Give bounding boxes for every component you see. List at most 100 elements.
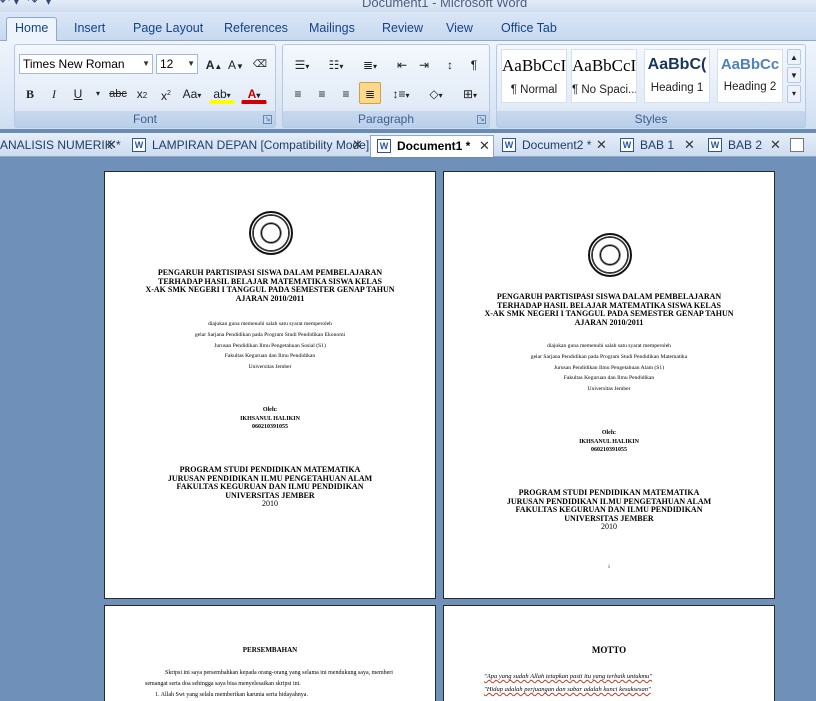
italic-button[interactable]: I — [43, 82, 65, 104]
close-icon[interactable]: ✕ — [770, 135, 781, 155]
thesis-subtitle: diajukan guna memenuhi salah satu syarat… — [530, 343, 688, 393]
doc-tab-lampiran[interactable]: W LAMPIRAN DEPAN [Compatibility Mode] ✕ — [126, 135, 370, 157]
thesis-title: PENGARUH PARTISIPASI SISWA DALAM PEMBELA… — [484, 292, 734, 327]
style-no-spacing[interactable]: AaBbCcI ¶ No Spaci... — [571, 49, 637, 103]
word-document-icon: W — [708, 137, 722, 152]
doc-tab-label: LAMPIRAN DEPAN [Compatibility Mode] — [152, 138, 370, 152]
tab-page-layout[interactable]: Page Layout — [125, 18, 211, 41]
styles-scroll-down-icon[interactable]: ▼ — [787, 67, 801, 83]
chevron-down-icon[interactable]: ▼ — [187, 55, 195, 73]
document-page[interactable]: PENGARUH PARTISIPASI SISWA DALAM PEMBELA… — [104, 171, 436, 599]
style-sample: AaBbC( — [647, 56, 707, 73]
change-case-button[interactable]: Aa▾ — [179, 82, 205, 104]
body-paragraph: Skripsi ini saya persembahkan kepada ora… — [145, 670, 393, 687]
font-color-button[interactable]: A▾ — [241, 82, 267, 104]
align-right-button[interactable]: ≡ — [335, 82, 357, 104]
close-icon[interactable]: ✕ — [596, 135, 607, 155]
highlight-color-button[interactable]: ab▾ — [209, 82, 235, 104]
center-button[interactable]: ≡ — [311, 82, 333, 104]
close-icon[interactable]: ✕ — [684, 135, 695, 155]
ribbon: Times New Roman ▼ 12 ▼ A▲ A▼ ⌫ B I U ▾ abc… — [0, 41, 816, 129]
new-document-icon — [790, 137, 804, 152]
subscript-button[interactable]: x2 — [131, 82, 153, 104]
chevron-down-icon[interactable]: ▼ — [142, 55, 150, 73]
tab-references[interactable]: References — [216, 18, 296, 41]
tab-view[interactable]: View — [438, 18, 481, 41]
styles-group: AaBbCcI ¶ Normal AaBbCcI ¶ No Spaci... AaB… — [496, 44, 806, 128]
list-item: 1. Allah Swt yang selalu memberikan karu… — [155, 692, 308, 698]
style-normal[interactable]: AaBbCcI ¶ Normal — [501, 49, 567, 103]
styles-more-icon[interactable]: ▾ — [787, 85, 801, 103]
close-icon[interactable]: ✕ — [352, 135, 363, 155]
undo-icon[interactable]: ↶ ▾ — [0, 0, 19, 8]
align-left-button[interactable]: ≡ — [287, 82, 309, 104]
dialog-launcher-icon[interactable]: ↘ — [477, 115, 486, 124]
show-marks-button[interactable]: ¶ — [463, 53, 485, 75]
word-document-icon: W — [620, 137, 634, 152]
superscript-button[interactable]: x2 — [155, 82, 177, 104]
styles-group-label: Styles — [497, 111, 805, 127]
tab-mailings[interactable]: Mailings — [301, 18, 363, 41]
close-icon[interactable]: ✕ — [479, 136, 490, 156]
doc-tab-label: ANALISIS NUMERIK * — [0, 138, 121, 152]
motto-line: "Hidup adalah perjuangan dan sabar adala… — [484, 686, 651, 693]
sort-button[interactable]: ↕ — [439, 53, 461, 75]
tab-insert[interactable]: Insert — [66, 18, 113, 41]
document-page[interactable]: PERSEMBAHAN Skripsi ini saya persembahka… — [104, 605, 436, 701]
tab-review[interactable]: Review — [374, 18, 431, 41]
bullets-button[interactable]: ☰▾ — [287, 53, 317, 75]
thesis-subtitle: diajukan guna memenuhi salah satu syarat… — [194, 321, 346, 371]
justify-button[interactable]: ≣ — [359, 82, 381, 104]
multilevel-list-button[interactable]: ≣▾ — [355, 53, 385, 75]
style-sample: AaBbCc — [720, 56, 780, 73]
styles-scroll-up-icon[interactable]: ▲ — [787, 49, 801, 65]
strikethrough-button[interactable]: abc — [107, 82, 129, 104]
dialog-launcher-icon[interactable]: ↘ — [263, 115, 272, 124]
document-area[interactable]: PENGARUH PARTISIPASI SISWA DALAM PEMBELA… — [0, 158, 816, 701]
line-spacing-button[interactable]: ↕≡▾ — [387, 82, 415, 104]
word-document-icon: W — [132, 137, 146, 152]
clear-formatting-button[interactable]: ⌫ — [249, 53, 271, 75]
page-heading: PERSEMBAHAN — [242, 646, 298, 654]
font-group-label: Font — [15, 111, 275, 127]
font-group: Times New Roman ▼ 12 ▼ A▲ A▼ ⌫ B I U ▾ abc… — [14, 44, 276, 128]
institution-block: PROGRAM STUDI PENDIDIKAN MATEMATIKA JURU… — [506, 488, 712, 531]
author-block: Oleh: IKHSANUL HALIKIN 060210391055 — [240, 407, 300, 430]
new-document-tab-button[interactable] — [790, 135, 814, 157]
style-heading-1[interactable]: AaBbC(Heading 1 — [644, 49, 710, 103]
borders-button[interactable]: ⊞▾ — [455, 82, 485, 104]
decrease-indent-button[interactable]: ⇤ — [391, 53, 413, 75]
font-name-combo[interactable]: Times New Roman ▼ — [19, 54, 153, 74]
style-sample: AaBbCcI — [502, 56, 566, 75]
doc-tab-label: BAB 1 — [640, 138, 675, 152]
tab-office-tab[interactable]: Office Tab — [493, 18, 565, 41]
document-page[interactable]: MOTTO "Apa yang sudah Allah tetapkan pas… — [443, 605, 775, 701]
shrink-font-button[interactable]: A▼ — [225, 53, 247, 75]
doc-tab-document2[interactable]: W Document2 * ✕ — [498, 135, 612, 157]
close-icon[interactable]: ✕ — [106, 135, 117, 155]
doc-tab-analisis[interactable]: ANALISIS NUMERIK * ✕ — [0, 135, 122, 157]
doc-tab-document1[interactable]: W Document1 * ✕ — [370, 135, 494, 157]
paragraph-group-label: Paragraph — [283, 111, 489, 127]
institution-block: PROGRAM STUDI PENDIDIKAN MATEMATIKA JURU… — [167, 465, 373, 508]
underline-dropdown-icon[interactable]: ▾ — [87, 82, 109, 104]
bold-button[interactable]: B — [19, 82, 41, 104]
font-size-combo[interactable]: 12 ▼ — [156, 54, 198, 74]
style-heading-2[interactable]: AaBbCc Heading 2 — [717, 49, 783, 103]
shading-button[interactable]: ◇▾ — [421, 82, 451, 104]
style-name: Heading 2 — [723, 81, 777, 93]
window-title: Document1 - Microsoft Word — [362, 0, 528, 10]
document-page[interactable]: PENGARUH PARTISIPASI SISWA DALAM PEMBELA… — [443, 171, 775, 599]
doc-tab-label: Document2 * — [522, 138, 592, 152]
doc-tab-bab2[interactable]: W BAB 2 ✕ — [704, 135, 788, 157]
redo-icon[interactable]: ↷ — [27, 0, 37, 8]
numbering-button[interactable]: ☷▾ — [321, 53, 351, 75]
increase-indent-button[interactable]: ⇥ — [413, 53, 435, 75]
underline-button[interactable]: U — [67, 82, 89, 104]
university-logo — [249, 211, 293, 255]
customize-qat-icon[interactable]: ▾ — [45, 0, 51, 8]
doc-tab-label: BAB 2 — [728, 138, 763, 152]
doc-tab-bab1[interactable]: W BAB 1 ✕ — [616, 135, 700, 157]
grow-font-button[interactable]: A▲ — [203, 53, 225, 75]
tab-home[interactable]: Home — [6, 17, 58, 42]
